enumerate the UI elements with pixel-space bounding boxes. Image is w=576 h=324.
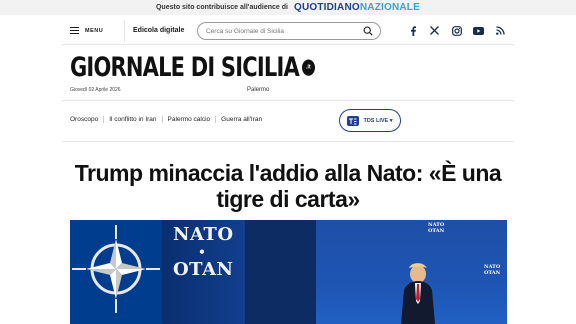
hamburger-icon xyxy=(70,27,79,34)
rss-icon[interactable] xyxy=(495,25,506,36)
article-headline[interactable]: Trump minaccia l'addio alla Nato: «È una… xyxy=(62,160,514,212)
quotidiano-nazionale-logo[interactable]: QUOTIDIANONAZIONALE xyxy=(294,2,420,13)
tds-live-button[interactable]: TDS LIVE ▾ xyxy=(339,109,401,132)
facebook-icon[interactable] xyxy=(407,25,418,36)
sign-dot: • xyxy=(198,245,206,259)
search-box[interactable] xyxy=(197,22,381,40)
audience-promo-text: Questo sito contribuisce all'audience di xyxy=(155,4,288,11)
speaker-figure xyxy=(401,263,435,324)
brand-name: GIORNALE DI SICILIA xyxy=(70,52,300,82)
brand-suffix-badge: .it xyxy=(301,58,315,76)
sign-line-nato: NATO xyxy=(173,224,234,245)
nav-divider xyxy=(124,19,125,42)
nato-otan-sign: NATO • OTAN xyxy=(173,224,234,280)
youtube-icon[interactable] xyxy=(473,25,484,36)
section-link-oroscopo[interactable]: Oroscopo xyxy=(70,116,105,123)
edition-city[interactable]: Palermo xyxy=(247,87,269,93)
section-link-guerra-iran[interactable]: Guerra all'Iran xyxy=(216,116,267,123)
social-links xyxy=(407,25,506,36)
tds-logo-icon xyxy=(347,115,360,126)
mini-nato-sign-b: NATO OTAN xyxy=(484,264,500,276)
audience-banner: Questo sito contribuisce all'audience di… xyxy=(0,0,576,15)
search-input[interactable] xyxy=(206,27,356,35)
section-links: Oroscopo Il conflitto in Iran Palermo ca… xyxy=(70,116,267,123)
sign-line-otan: OTAN xyxy=(173,259,234,280)
instagram-icon[interactable] xyxy=(451,25,462,36)
search-icon[interactable] xyxy=(363,26,373,36)
x-icon[interactable] xyxy=(429,25,440,36)
site-logo[interactable]: GIORNALE DI SICILIA .it xyxy=(70,52,315,82)
article-hero-image[interactable]: NATO • OTAN NATO OTAN NATO OTAN xyxy=(70,220,507,324)
nato-compass-star-icon xyxy=(72,225,160,313)
menu-label: MENU xyxy=(85,27,104,34)
header-navbar: MENU Edicola digitale xyxy=(62,17,514,45)
tds-live-label: TDS LIVE ▾ xyxy=(363,117,393,124)
mini-sign-a-line2: OTAN xyxy=(428,228,445,234)
section-link-conflitto-iran[interactable]: Il conflitto in Iran xyxy=(104,116,163,123)
edicola-digitale-link[interactable]: Edicola digitale xyxy=(133,27,184,34)
mini-nato-sign-a: NATO OTAN xyxy=(428,222,444,234)
network-name-part1: QUOTIDIANO xyxy=(293,2,360,13)
current-date: Giovedì 02 Aprile 2026 xyxy=(70,87,121,93)
network-name-part2: NAZIONALE xyxy=(359,2,420,13)
section-link-palermo-calcio[interactable]: Palermo calcio xyxy=(163,116,217,123)
menu-button[interactable]: MENU xyxy=(70,27,120,34)
mini-sign-b-line2: OTAN xyxy=(484,270,501,276)
section-nav: Oroscopo Il conflitto in Iran Palermo ca… xyxy=(62,100,514,142)
backdrop-dark-panel xyxy=(245,220,316,324)
